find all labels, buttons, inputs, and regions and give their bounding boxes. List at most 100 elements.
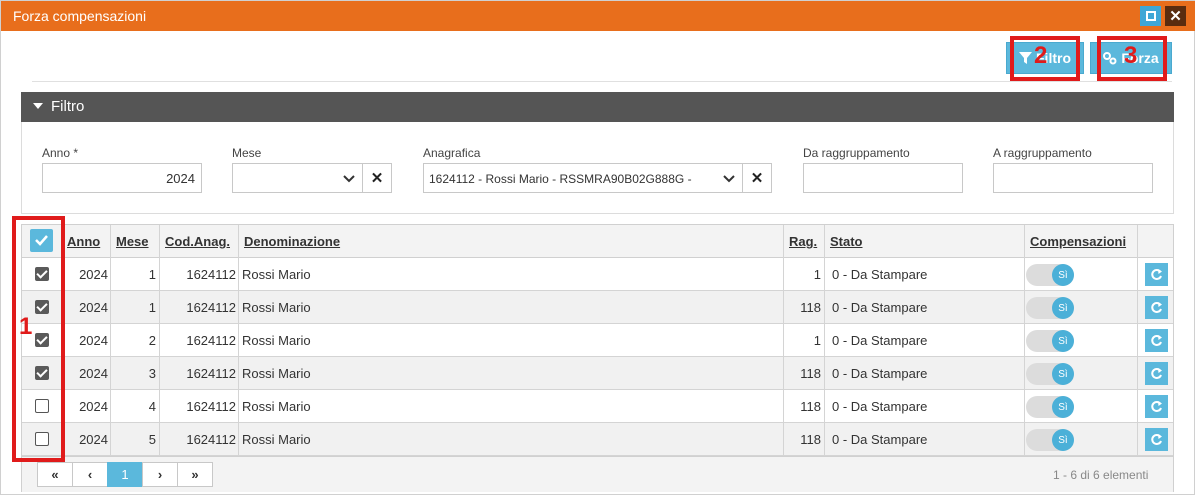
refresh-icon: [1151, 302, 1162, 313]
col-compensazioni[interactable]: Compensazioni: [1030, 234, 1126, 249]
cell-denominazione: Rossi Mario: [242, 333, 311, 348]
chevron-down-icon: [343, 175, 355, 183]
table-row[interactable]: 2024 1 1624112 Rossi Mario 118 0 - Da Stampar…: [22, 291, 1173, 324]
cell-stato: 0 - Da Stampare: [832, 432, 928, 447]
da-raggruppamento-label: Da raggruppamento: [803, 146, 910, 160]
compensazioni-toggle[interactable]: Sì: [1026, 264, 1074, 286]
col-cod-anag[interactable]: Cod.Anag.: [165, 234, 230, 249]
cell-mese: 3: [148, 366, 156, 381]
window-title: Forza compensazioni: [13, 8, 147, 24]
cell-denominazione: Rossi Mario: [242, 432, 311, 447]
cell-mese: 4: [148, 399, 156, 414]
a-raggruppamento-label: A raggruppamento: [993, 146, 1092, 160]
col-divider: [783, 225, 784, 456]
close-button[interactable]: ✕: [1165, 6, 1186, 26]
cell-anno: 2024: [79, 399, 108, 414]
col-divider: [1024, 225, 1025, 456]
toggle-knob: Sì: [1052, 429, 1074, 451]
toolbar-divider: [32, 81, 1172, 82]
table-row[interactable]: 2024 1 1624112 Rossi Mario 1 0 - Da Stampare S…: [22, 258, 1173, 291]
pager-info: 1 - 6 di 6 elementi: [1053, 468, 1149, 482]
refresh-button[interactable]: [1145, 263, 1168, 286]
anno-label: Anno *: [42, 146, 79, 160]
cell-rag: 118: [800, 432, 821, 447]
mese-clear-button[interactable]: ✕: [362, 163, 392, 193]
col-denominazione[interactable]: Denominazione: [244, 234, 340, 249]
cell-denominazione: Rossi Mario: [242, 366, 311, 381]
col-divider: [824, 225, 825, 456]
table-row[interactable]: 2024 5 1624112 Rossi Mario 118 0 - Da Stampar…: [22, 423, 1173, 456]
cell-mese: 1: [148, 267, 156, 282]
table-row[interactable]: 2024 2 1624112 Rossi Mario 1 0 - Da Stampare S…: [22, 324, 1173, 357]
table-row[interactable]: 2024 4 1624112 Rossi Mario 118 0 - Da Stampar…: [22, 390, 1173, 423]
cell-rag: 118: [800, 366, 821, 381]
filter-panel-header[interactable]: Filtro: [21, 92, 1174, 122]
cell-rag: 1: [813, 333, 821, 348]
a-raggruppamento-field[interactable]: [993, 163, 1153, 193]
anagrafica-clear-button[interactable]: ✕: [742, 163, 772, 193]
cell-anno: 2024: [79, 333, 108, 348]
anagrafica-label: Anagrafica: [423, 146, 481, 160]
cell-stato: 0 - Da Stampare: [832, 300, 928, 315]
col-divider: [1137, 225, 1138, 456]
refresh-button[interactable]: [1145, 296, 1168, 319]
cell-stato: 0 - Da Stampare: [832, 333, 928, 348]
pager-current-page[interactable]: 1: [107, 462, 143, 487]
cell-rag: 118: [800, 300, 821, 315]
cell-cod-anag: 1624112: [186, 300, 236, 315]
anagrafica-value: 1624112 - Rossi Mario - RSSMRA90B02G888G…: [429, 172, 692, 186]
pager-first-button[interactable]: «: [37, 462, 73, 487]
refresh-button[interactable]: [1145, 395, 1168, 418]
annotation-number-2: 2: [1034, 42, 1048, 69]
annotation-number-1: 1: [19, 313, 33, 340]
col-rag[interactable]: Rag.: [789, 234, 817, 249]
refresh-icon: [1151, 269, 1162, 280]
refresh-icon: [1151, 434, 1162, 445]
mese-label: Mese: [232, 146, 262, 160]
col-mese[interactable]: Mese: [116, 234, 149, 249]
table-row[interactable]: 2024 3 1624112 Rossi Mario 118 0 - Da Stampar…: [22, 357, 1173, 390]
compensazioni-toggle[interactable]: Sì: [1026, 297, 1074, 319]
pager-prev-button[interactable]: ‹: [72, 462, 108, 487]
refresh-button[interactable]: [1145, 362, 1168, 385]
cell-anno: 2024: [79, 432, 108, 447]
cell-rag: 118: [800, 399, 821, 414]
cell-denominazione: Rossi Mario: [242, 399, 311, 414]
maximize-icon: [1145, 11, 1156, 21]
cell-anno: 2024: [79, 300, 108, 315]
toggle-knob: Sì: [1052, 330, 1074, 352]
compensazioni-toggle[interactable]: Sì: [1026, 363, 1074, 385]
cell-anno: 2024: [79, 366, 108, 381]
col-stato[interactable]: Stato: [830, 234, 863, 249]
col-anno[interactable]: Anno: [67, 234, 100, 249]
cell-stato: 0 - Da Stampare: [832, 399, 928, 414]
cell-denominazione: Rossi Mario: [242, 300, 311, 315]
refresh-button[interactable]: [1145, 428, 1168, 451]
anagrafica-select[interactable]: 1624112 - Rossi Mario - RSSMRA90B02G888G…: [423, 163, 743, 193]
da-raggruppamento-field[interactable]: [803, 163, 963, 193]
clear-icon: ✕: [750, 170, 764, 187]
compensazioni-toggle[interactable]: Sì: [1026, 330, 1074, 352]
toggle-knob: Sì: [1052, 396, 1074, 418]
toggle-knob: Sì: [1052, 297, 1074, 319]
cell-cod-anag: 1624112: [186, 399, 236, 414]
cell-cod-anag: 1624112: [186, 432, 236, 447]
toggle-knob: Sì: [1052, 264, 1074, 286]
compensazioni-toggle[interactable]: Sì: [1026, 396, 1074, 418]
refresh-icon: [1151, 401, 1162, 412]
refresh-button[interactable]: [1145, 329, 1168, 352]
cell-cod-anag: 1624112: [186, 333, 236, 348]
pager-next-button[interactable]: ›: [142, 462, 178, 487]
toggle-knob: Sì: [1052, 363, 1074, 385]
annotation-number-3: 3: [1124, 42, 1138, 69]
pager-last-button[interactable]: »: [177, 462, 213, 487]
cell-anno: 2024: [79, 267, 108, 282]
compensazioni-toggle[interactable]: Sì: [1026, 429, 1074, 451]
anno-field[interactable]: 2024: [42, 163, 202, 193]
anno-value: 2024: [166, 171, 195, 186]
col-divider: [159, 225, 160, 456]
maximize-button[interactable]: [1140, 6, 1161, 26]
mese-select[interactable]: [232, 163, 363, 193]
cell-rag: 1: [813, 267, 821, 282]
col-divider: [110, 225, 111, 456]
